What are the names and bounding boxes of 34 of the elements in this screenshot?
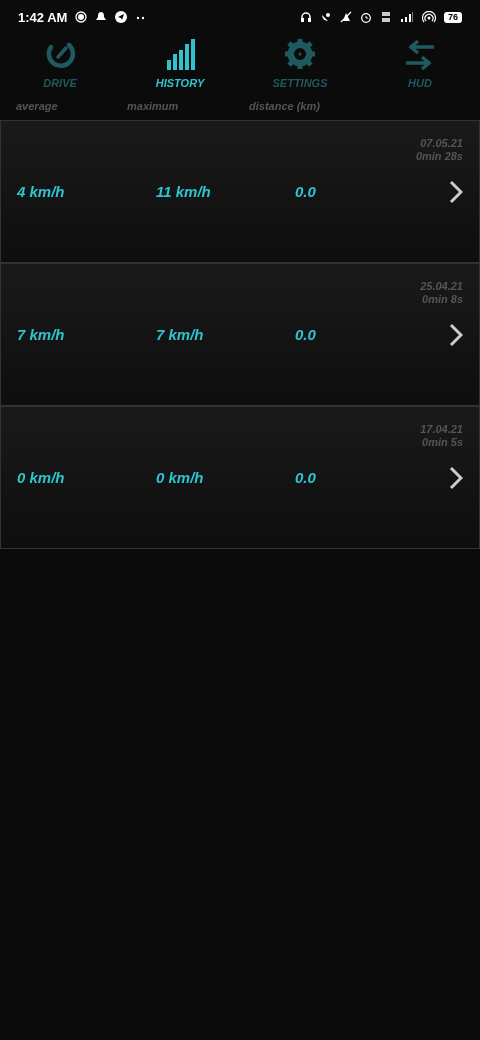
trip-date: 25.04.21	[420, 280, 463, 292]
column-header: maximum	[127, 100, 180, 112]
chevron-right-icon	[449, 322, 463, 347]
average-speed: 7 km/h	[17, 326, 66, 343]
alarm-icon	[360, 11, 372, 23]
distance-value: 0.0	[295, 326, 317, 343]
trip-card[interactable]: 0 km/h 0 km/h 0.0 17.04.21 0min 5s	[0, 406, 480, 549]
settings-icon	[282, 37, 318, 71]
average-speed: 0 km/h	[17, 469, 66, 486]
hotspot-icon	[422, 11, 436, 23]
trip-card[interactable]: 7 km/h 7 km/h 0.0 25.04.21 0min 8s	[0, 263, 480, 406]
clock: 1:42 AM	[18, 9, 68, 25]
signal-icon	[400, 11, 414, 23]
trip-card[interactable]: 4 km/h 11 km/h 0.0 07.05.21 0min 28s	[0, 120, 480, 263]
trip-duration: 0min 8s	[422, 293, 463, 305]
trip-date: 07.05.21	[420, 137, 463, 149]
paper-plane-icon	[115, 11, 128, 23]
maximum-speed: 0 km/h	[156, 469, 205, 486]
distance-value: 0.0	[295, 183, 317, 200]
nav-tab[interactable]: HISTORY	[120, 34, 240, 92]
column-header: distance (km)	[249, 100, 320, 112]
trip-duration: 0min 5s	[422, 436, 463, 448]
trip-duration: 0min 28s	[415, 150, 463, 162]
average-speed: 4 km/h	[17, 183, 66, 200]
maximum-speed: 7 km/h	[156, 326, 205, 343]
column-header: average	[16, 100, 59, 112]
chevron-right-icon	[449, 465, 463, 490]
maximum-speed: 11 km/h	[156, 183, 212, 200]
distance-value: 0.0	[295, 469, 317, 486]
chevron-right-icon	[449, 179, 463, 204]
trip-date: 17.04.21	[420, 423, 463, 435]
battery-indicator: 76	[444, 11, 462, 23]
location-icon	[75, 11, 88, 23]
headphones-icon	[300, 11, 312, 23]
